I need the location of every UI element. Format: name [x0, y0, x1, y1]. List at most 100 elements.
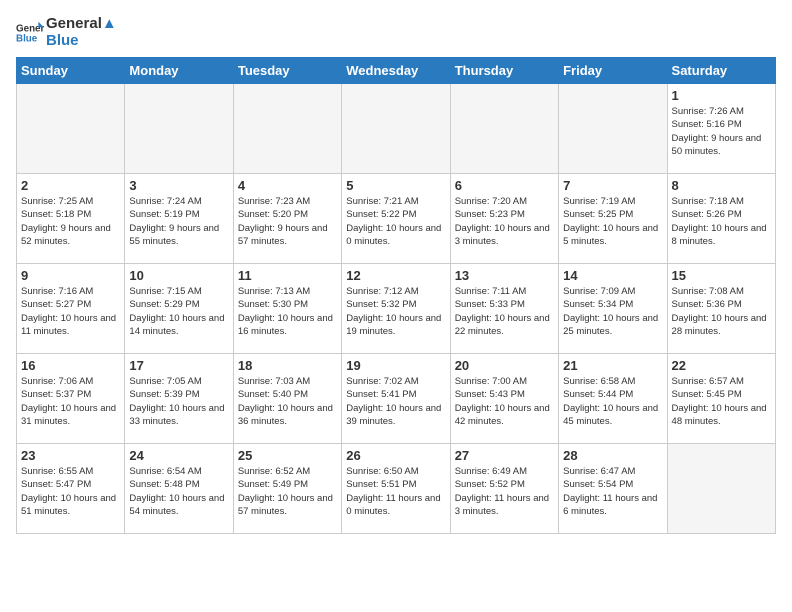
calendar-cell	[125, 84, 233, 174]
week-row: 23 Sunrise: 6:55 AM Sunset: 5:47 PM Dayli…	[17, 444, 776, 534]
calendar-cell: 14 Sunrise: 7:09 AM Sunset: 5:34 PM Dayli…	[559, 264, 667, 354]
week-row: 1Sunrise: 7:26 AM Sunset: 5:16 PM Daylig…	[17, 84, 776, 174]
calendar-cell: 27 Sunrise: 6:49 AM Sunset: 5:52 PM Dayli…	[450, 444, 558, 534]
calendar-cell: 4 Sunrise: 7:23 AM Sunset: 5:20 PM Daylig…	[233, 174, 341, 264]
day-info: Sunrise: 7:02 AM Sunset: 5:41 PM Dayligh…	[346, 375, 445, 428]
day-info: Sunrise: 7:13 AM Sunset: 5:30 PM Dayligh…	[238, 285, 337, 338]
logo: General Blue General▲Blue	[16, 16, 117, 49]
day-info: Sunrise: 7:19 AM Sunset: 5:25 PM Dayligh…	[563, 195, 662, 248]
calendar: SundayMondayTuesdayWednesdayThursdayFrid…	[16, 57, 776, 534]
calendar-cell: 1Sunrise: 7:26 AM Sunset: 5:16 PM Daylig…	[667, 84, 775, 174]
calendar-cell: 18 Sunrise: 7:03 AM Sunset: 5:40 PM Dayli…	[233, 354, 341, 444]
day-info: Sunrise: 6:50 AM Sunset: 5:51 PM Dayligh…	[346, 465, 445, 518]
svg-text:Blue: Blue	[16, 33, 38, 44]
day-number: 19	[346, 358, 445, 373]
calendar-cell: 6 Sunrise: 7:20 AM Sunset: 5:23 PM Daylig…	[450, 174, 558, 264]
day-number: 26	[346, 448, 445, 463]
day-info: Sunrise: 7:06 AM Sunset: 5:37 PM Dayligh…	[21, 375, 120, 428]
calendar-cell: 22Sunrise: 6:57 AM Sunset: 5:45 PM Dayli…	[667, 354, 775, 444]
day-number: 15	[672, 268, 771, 283]
day-number: 16	[21, 358, 120, 373]
day-header-wednesday: Wednesday	[342, 58, 450, 84]
day-number: 3	[129, 178, 228, 193]
day-number: 2	[21, 178, 120, 193]
day-info: Sunrise: 7:16 AM Sunset: 5:27 PM Dayligh…	[21, 285, 120, 338]
day-number: 27	[455, 448, 554, 463]
day-number: 11	[238, 268, 337, 283]
day-number: 4	[238, 178, 337, 193]
day-header-sunday: Sunday	[17, 58, 125, 84]
day-number: 12	[346, 268, 445, 283]
day-info: Sunrise: 7:25 AM Sunset: 5:18 PM Dayligh…	[21, 195, 120, 248]
day-info: Sunrise: 6:52 AM Sunset: 5:49 PM Dayligh…	[238, 465, 337, 518]
day-info: Sunrise: 7:15 AM Sunset: 5:29 PM Dayligh…	[129, 285, 228, 338]
day-header-tuesday: Tuesday	[233, 58, 341, 84]
day-number: 14	[563, 268, 662, 283]
day-number: 21	[563, 358, 662, 373]
calendar-cell	[667, 444, 775, 534]
calendar-body: 1Sunrise: 7:26 AM Sunset: 5:16 PM Daylig…	[17, 84, 776, 534]
day-info: Sunrise: 7:21 AM Sunset: 5:22 PM Dayligh…	[346, 195, 445, 248]
day-number: 18	[238, 358, 337, 373]
logo-text: General▲Blue	[46, 16, 117, 49]
calendar-cell: 13 Sunrise: 7:11 AM Sunset: 5:33 PM Dayli…	[450, 264, 558, 354]
day-info: Sunrise: 6:54 AM Sunset: 5:48 PM Dayligh…	[129, 465, 228, 518]
day-number: 28	[563, 448, 662, 463]
week-row: 2 Sunrise: 7:25 AM Sunset: 5:18 PM Daylig…	[17, 174, 776, 264]
day-number: 7	[563, 178, 662, 193]
day-number: 24	[129, 448, 228, 463]
calendar-cell: 5 Sunrise: 7:21 AM Sunset: 5:22 PM Daylig…	[342, 174, 450, 264]
day-info: Sunrise: 6:57 AM Sunset: 5:45 PM Dayligh…	[672, 375, 771, 428]
day-number: 9	[21, 268, 120, 283]
day-number: 1	[672, 88, 771, 103]
day-info: Sunrise: 7:03 AM Sunset: 5:40 PM Dayligh…	[238, 375, 337, 428]
day-number: 10	[129, 268, 228, 283]
day-number: 23	[21, 448, 120, 463]
calendar-cell: 10 Sunrise: 7:15 AM Sunset: 5:29 PM Dayli…	[125, 264, 233, 354]
calendar-cell: 24 Sunrise: 6:54 AM Sunset: 5:48 PM Dayli…	[125, 444, 233, 534]
calendar-cell: 16 Sunrise: 7:06 AM Sunset: 5:37 PM Dayli…	[17, 354, 125, 444]
day-info: Sunrise: 6:49 AM Sunset: 5:52 PM Dayligh…	[455, 465, 554, 518]
day-info: Sunrise: 6:55 AM Sunset: 5:47 PM Dayligh…	[21, 465, 120, 518]
calendar-cell: 28 Sunrise: 6:47 AM Sunset: 5:54 PM Dayli…	[559, 444, 667, 534]
calendar-cell: 8Sunrise: 7:18 AM Sunset: 5:26 PM Daylig…	[667, 174, 775, 264]
day-info: Sunrise: 7:12 AM Sunset: 5:32 PM Dayligh…	[346, 285, 445, 338]
calendar-cell: 20 Sunrise: 7:00 AM Sunset: 5:43 PM Dayli…	[450, 354, 558, 444]
calendar-cell: 7 Sunrise: 7:19 AM Sunset: 5:25 PM Daylig…	[559, 174, 667, 264]
day-info: Sunrise: 7:00 AM Sunset: 5:43 PM Dayligh…	[455, 375, 554, 428]
calendar-cell: 25 Sunrise: 6:52 AM Sunset: 5:49 PM Dayli…	[233, 444, 341, 534]
week-row: 16 Sunrise: 7:06 AM Sunset: 5:37 PM Dayli…	[17, 354, 776, 444]
day-info: Sunrise: 7:24 AM Sunset: 5:19 PM Dayligh…	[129, 195, 228, 248]
day-info: Sunrise: 7:11 AM Sunset: 5:33 PM Dayligh…	[455, 285, 554, 338]
day-info: Sunrise: 6:47 AM Sunset: 5:54 PM Dayligh…	[563, 465, 662, 518]
day-number: 20	[455, 358, 554, 373]
calendar-cell: 23 Sunrise: 6:55 AM Sunset: 5:47 PM Dayli…	[17, 444, 125, 534]
day-number: 13	[455, 268, 554, 283]
day-header-monday: Monday	[125, 58, 233, 84]
calendar-cell: 15 Sunrise: 7:08 AM Sunset: 5:36 PM Dayli…	[667, 264, 775, 354]
calendar-cell: 19 Sunrise: 7:02 AM Sunset: 5:41 PM Dayli…	[342, 354, 450, 444]
calendar-cell: 11 Sunrise: 7:13 AM Sunset: 5:30 PM Dayli…	[233, 264, 341, 354]
calendar-cell: 17Sunrise: 7:05 AM Sunset: 5:39 PM Dayli…	[125, 354, 233, 444]
calendar-cell	[17, 84, 125, 174]
day-header-friday: Friday	[559, 58, 667, 84]
calendar-cell	[559, 84, 667, 174]
calendar-cell: 9 Sunrise: 7:16 AM Sunset: 5:27 PM Daylig…	[17, 264, 125, 354]
day-info: Sunrise: 7:09 AM Sunset: 5:34 PM Dayligh…	[563, 285, 662, 338]
day-info: Sunrise: 7:23 AM Sunset: 5:20 PM Dayligh…	[238, 195, 337, 248]
logo-icon: General Blue	[16, 19, 44, 47]
calendar-cell	[342, 84, 450, 174]
calendar-cell: 3 Sunrise: 7:24 AM Sunset: 5:19 PM Daylig…	[125, 174, 233, 264]
day-number: 6	[455, 178, 554, 193]
calendar-cell: 12 Sunrise: 7:12 AM Sunset: 5:32 PM Dayli…	[342, 264, 450, 354]
day-info: Sunrise: 7:20 AM Sunset: 5:23 PM Dayligh…	[455, 195, 554, 248]
calendar-cell: 21 Sunrise: 6:58 AM Sunset: 5:44 PM Dayli…	[559, 354, 667, 444]
day-number: 25	[238, 448, 337, 463]
day-info: Sunrise: 6:58 AM Sunset: 5:44 PM Dayligh…	[563, 375, 662, 428]
day-number: 5	[346, 178, 445, 193]
day-info: Sunrise: 7:08 AM Sunset: 5:36 PM Dayligh…	[672, 285, 771, 338]
day-info: Sunrise: 7:05 AM Sunset: 5:39 PM Dayligh…	[129, 375, 228, 428]
day-header-thursday: Thursday	[450, 58, 558, 84]
calendar-cell: 2 Sunrise: 7:25 AM Sunset: 5:18 PM Daylig…	[17, 174, 125, 264]
calendar-cell	[450, 84, 558, 174]
